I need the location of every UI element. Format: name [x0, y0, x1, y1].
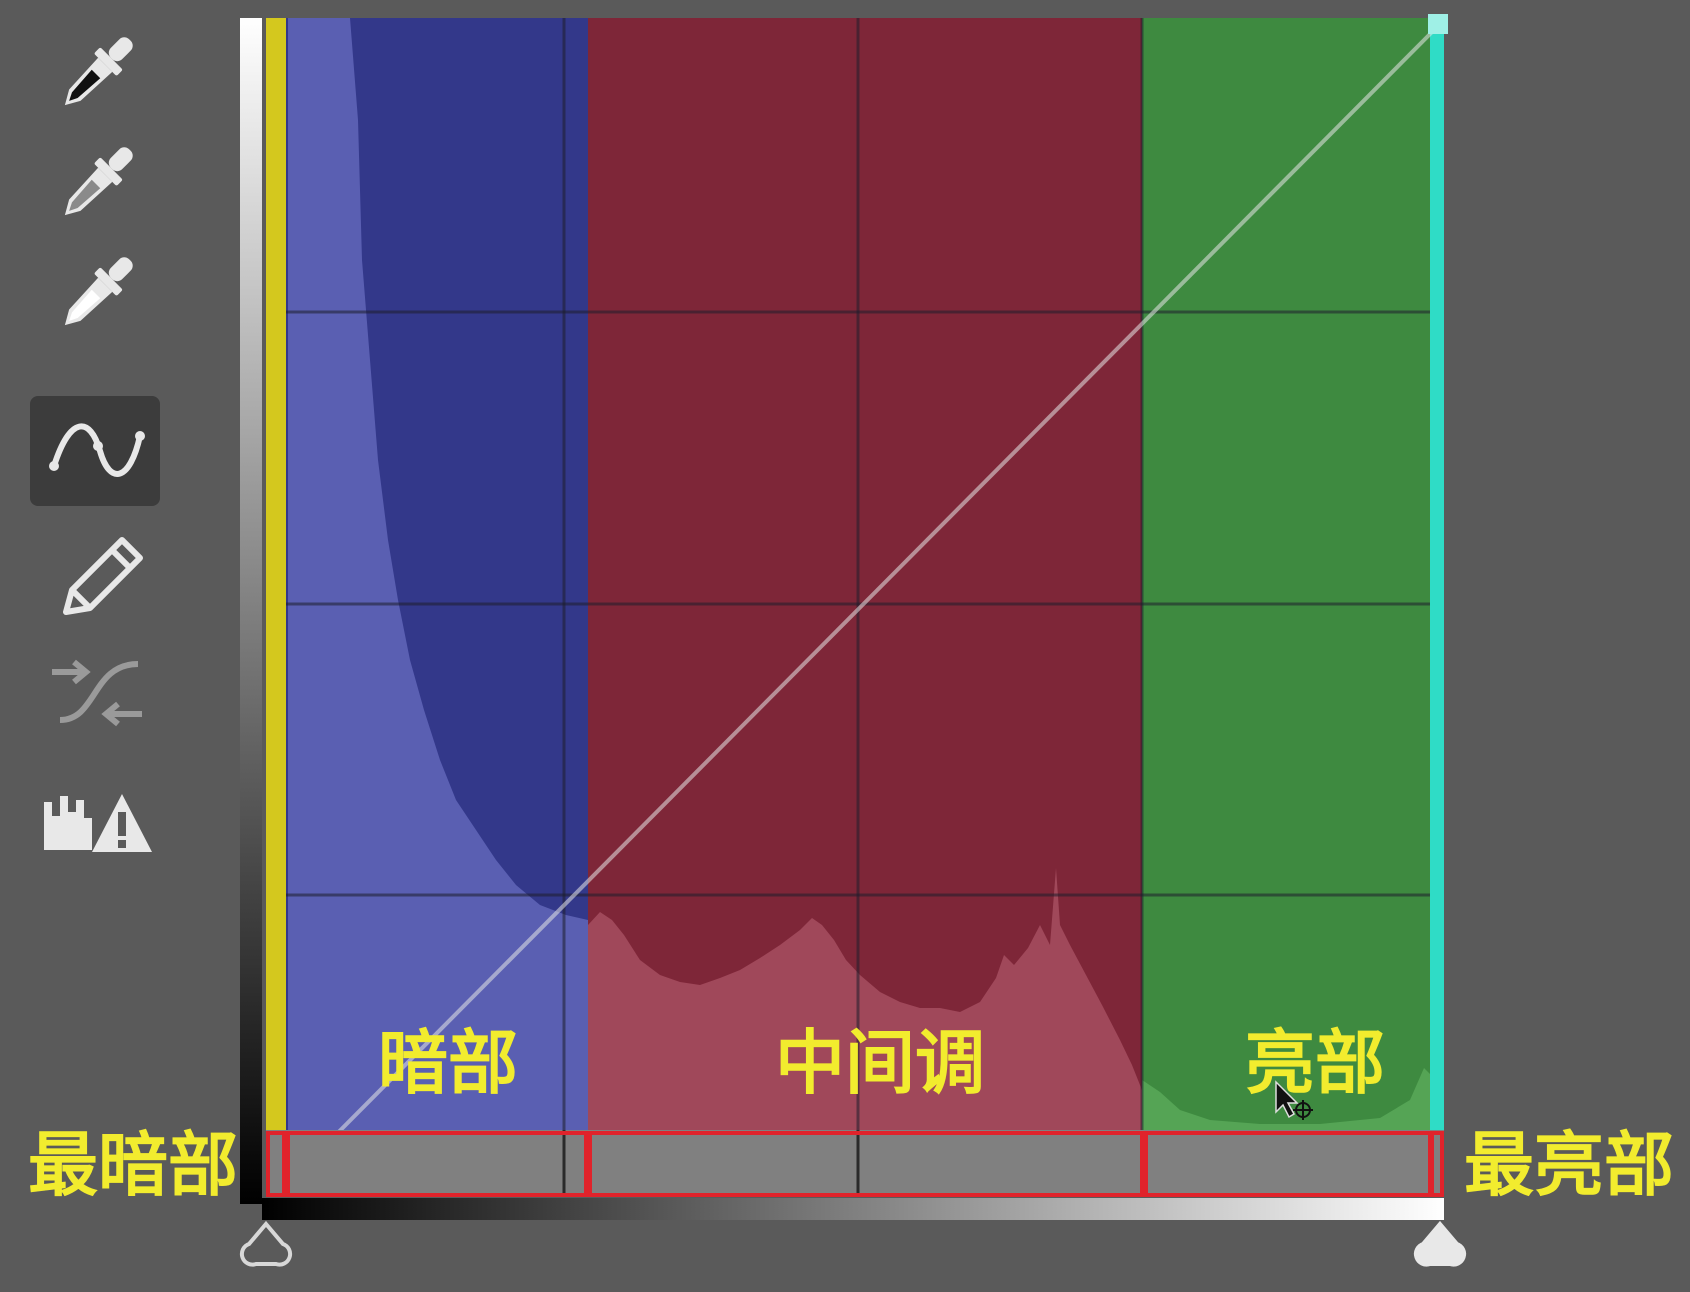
white-input-slider[interactable]: [1413, 1220, 1467, 1267]
darkest-zone-label: 最暗部: [28, 1123, 238, 1206]
output-gradient-bar: [240, 18, 262, 1204]
brightest-zone-label: 最亮部: [1464, 1123, 1674, 1206]
black-input-slider[interactable]: [239, 1220, 293, 1267]
white-point-line[interactable]: [1430, 18, 1444, 1130]
shadows-zone-label: 暗部: [378, 1021, 518, 1104]
highlights-zone: [1142, 18, 1434, 1130]
black-point-line[interactable]: [266, 18, 286, 1130]
input-gradient-bar: [262, 1198, 1444, 1220]
input-value-strip: [266, 1130, 1444, 1195]
highlights-zone-label: 亮部: [1245, 1021, 1385, 1104]
curve-white-point-handle[interactable]: [1428, 14, 1448, 34]
midtones-zone-label: 中间调: [775, 1021, 985, 1104]
